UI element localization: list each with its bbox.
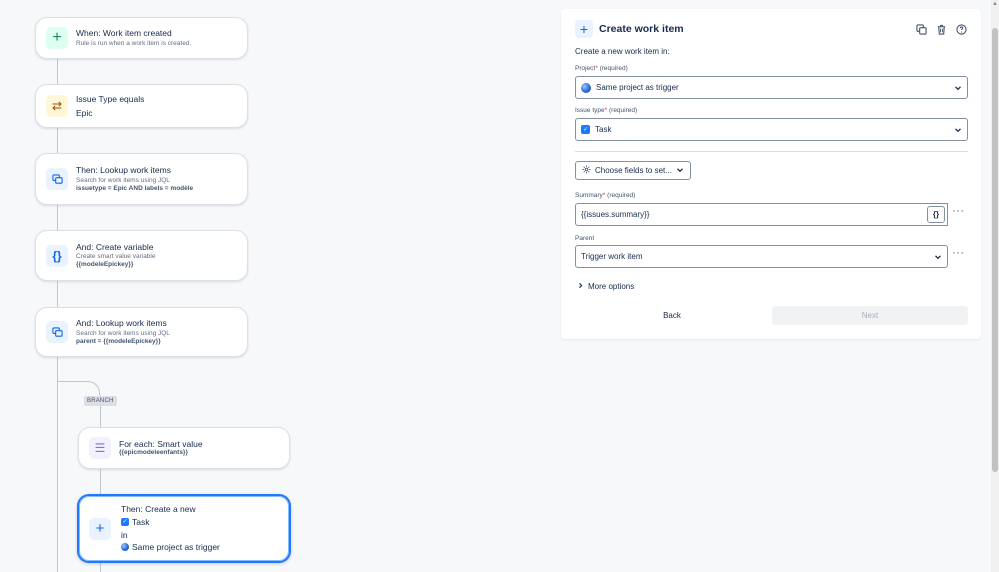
lookup-card-1[interactable]: Then: Lookup work items Search for work … bbox=[35, 153, 248, 205]
curly-braces-icon: {} bbox=[46, 244, 68, 267]
create-connector: in bbox=[121, 529, 128, 540]
summary-value: {{issues.summary}} bbox=[581, 210, 650, 219]
more-options-toggle[interactable]: More options bbox=[577, 282, 634, 291]
chevron-right-icon bbox=[577, 282, 584, 291]
summary-input[interactable]: {{issues.summary}} bbox=[575, 203, 948, 226]
checkbox-task-icon: ✓ bbox=[581, 125, 590, 134]
lookup-1-title: Then: Lookup work items bbox=[76, 165, 171, 176]
lookup-2-query: parent = {{modeleEpickey}} bbox=[76, 337, 161, 345]
gear-icon bbox=[582, 165, 591, 176]
plus-icon: + bbox=[46, 27, 68, 49]
create-work-item-panel: + Create work item Create a new work ite… bbox=[561, 9, 981, 339]
trigger-subtitle: Rule is run when a work item is created. bbox=[76, 39, 192, 47]
chevron-down-icon bbox=[934, 253, 942, 261]
chevron-down-icon bbox=[954, 126, 962, 134]
chevron-down-icon bbox=[676, 166, 684, 176]
variable-value: {{modeleEpickey}} bbox=[76, 261, 134, 269]
panel-title: Create work item bbox=[599, 23, 684, 35]
project-select[interactable]: Same project as trigger bbox=[575, 76, 968, 99]
scroll-up-arrow-icon[interactable]: ▲ bbox=[992, 0, 998, 8]
plus-icon: + bbox=[89, 517, 111, 540]
scrollbar-thumb[interactable] bbox=[992, 28, 998, 472]
summary-label: Summary* (required) bbox=[575, 192, 636, 199]
create-title: Then: Create a new bbox=[121, 504, 196, 515]
more-actions-icon[interactable]: ··· bbox=[952, 205, 965, 217]
panel-header: + Create work item bbox=[575, 19, 967, 39]
lookup-2-title: And: Lookup work items bbox=[76, 318, 167, 329]
variable-title: And: Create variable bbox=[76, 241, 154, 252]
create-project-line: Same project as trigger bbox=[121, 542, 220, 553]
list-icon: ☰ bbox=[89, 437, 111, 459]
create-project: Same project as trigger bbox=[132, 542, 220, 553]
trigger-title: When: Work item created bbox=[76, 28, 172, 39]
more-options-label: More options bbox=[588, 282, 635, 291]
foreach-title: For each: Smart value bbox=[119, 438, 203, 449]
next-button[interactable]: Next bbox=[772, 306, 968, 325]
project-value: Same project as trigger bbox=[596, 83, 679, 92]
choose-fields-button[interactable]: Choose fields to set... bbox=[575, 161, 691, 180]
project-avatar-icon bbox=[581, 82, 591, 93]
variable-subtitle: Create smart value variable bbox=[76, 253, 156, 261]
choose-fields-label: Choose fields to set... bbox=[595, 166, 672, 175]
foreach-value: {{epicmodeleenfants}} bbox=[119, 449, 188, 457]
parent-label: Parent bbox=[575, 235, 595, 242]
help-icon[interactable] bbox=[955, 23, 967, 35]
lookup-1-query: issuetype = Epic AND labels = modèle bbox=[76, 184, 194, 192]
trigger-card[interactable]: + When: Work item created Rule is run wh… bbox=[35, 17, 248, 59]
condition-value: Epic bbox=[76, 107, 93, 118]
foreach-card[interactable]: ☰ For each: Smart value {{epicmodeleenfa… bbox=[78, 427, 290, 469]
create-card[interactable]: + Then: Create a new ✓ Task in Same proj… bbox=[77, 494, 291, 563]
duplicate-icon[interactable] bbox=[915, 23, 927, 35]
condition-card[interactable]: ⇄ Issue Type equals Epic bbox=[35, 84, 248, 128]
divider bbox=[575, 151, 968, 152]
condition-arrows-icon: ⇄ bbox=[46, 95, 68, 117]
lookup-card-2[interactable]: And: Lookup work items Search for work i… bbox=[35, 307, 248, 357]
condition-title: Issue Type equals bbox=[76, 93, 145, 104]
issue-type-label: Issue type* (required) bbox=[575, 107, 638, 114]
scrollbar[interactable]: ▲ bbox=[991, 0, 999, 572]
project-label: Project* (required) bbox=[575, 65, 628, 72]
chevron-down-icon bbox=[954, 84, 962, 92]
branch-label: BRANCH bbox=[84, 396, 117, 406]
trash-icon[interactable] bbox=[935, 23, 947, 35]
lookup-icon bbox=[46, 321, 68, 343]
lookup-1-subtitle: Search for work items using JQL bbox=[76, 176, 170, 184]
project-avatar-icon bbox=[121, 543, 129, 552]
create-type: Task bbox=[132, 516, 150, 527]
smart-value-button[interactable]: {} bbox=[927, 206, 945, 223]
checkbox-task-icon: ✓ bbox=[121, 518, 129, 527]
parent-select[interactable]: Trigger work item bbox=[575, 245, 948, 268]
lookup-2-subtitle: Search for work items using JQL bbox=[76, 329, 170, 337]
more-actions-icon[interactable]: ··· bbox=[952, 247, 965, 259]
lookup-icon bbox=[46, 168, 68, 190]
plus-icon: + bbox=[575, 20, 593, 38]
issue-type-value: Task bbox=[595, 125, 612, 134]
parent-value: Trigger work item bbox=[581, 252, 643, 261]
variable-card[interactable]: {} And: Create variable Create smart val… bbox=[35, 230, 248, 281]
back-button[interactable]: Back bbox=[575, 306, 769, 325]
create-type-line: ✓ Task bbox=[121, 517, 220, 528]
panel-intro: Create a new work item in: bbox=[575, 47, 670, 56]
issue-type-select[interactable]: ✓ Task bbox=[575, 118, 968, 141]
